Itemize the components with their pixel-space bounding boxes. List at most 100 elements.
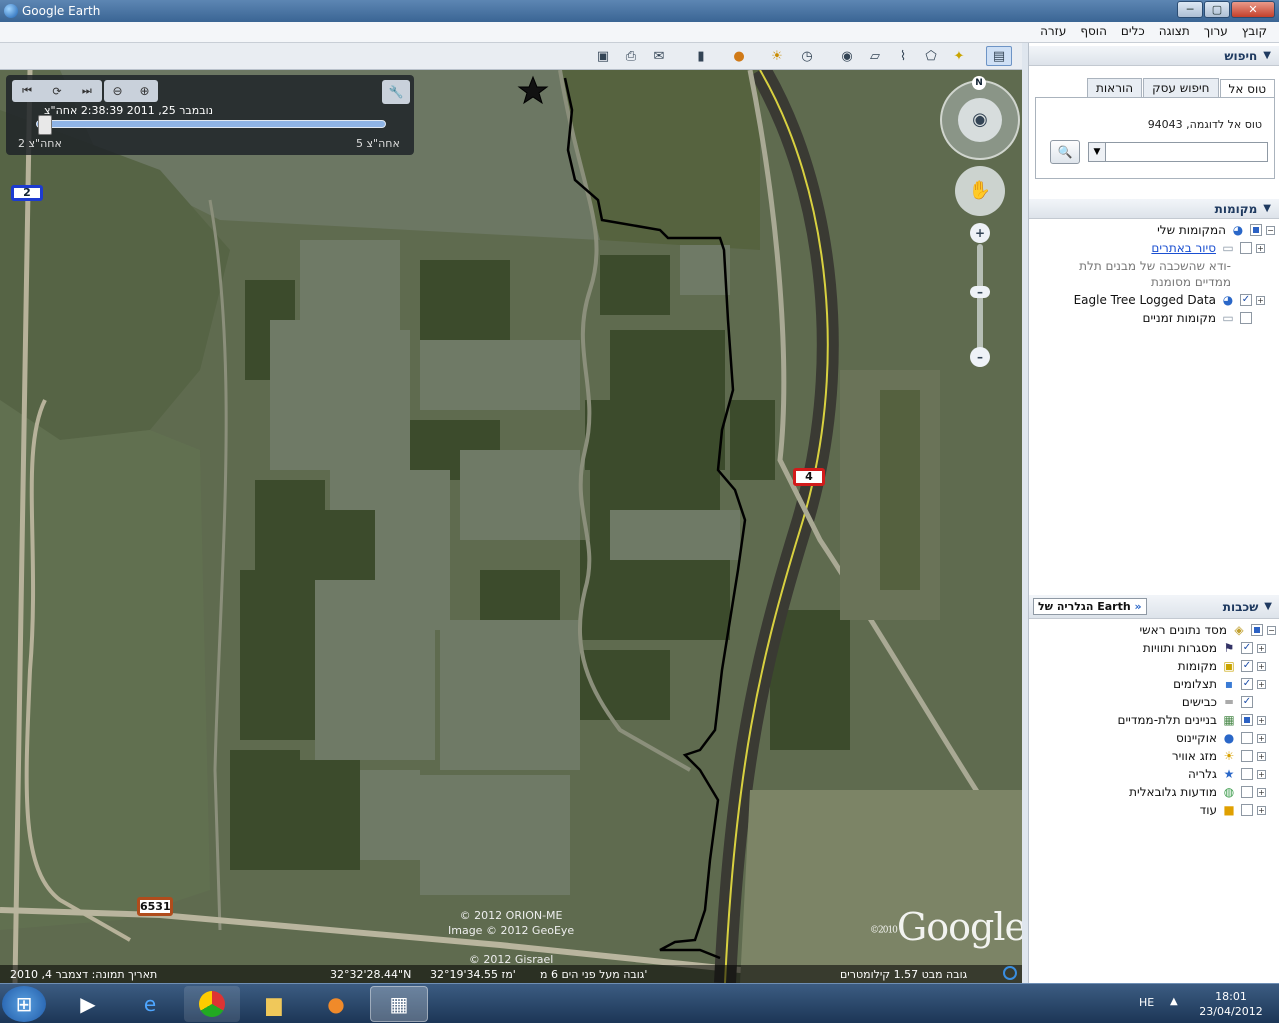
checkbox[interactable]: [1241, 786, 1253, 798]
earth-gallery-button[interactable]: « Earth הגלריה של: [1033, 598, 1147, 615]
checkbox[interactable]: ✓: [1241, 660, 1253, 672]
layer-item-primary-db[interactable]: − ◈ מסד נתונים ראשי: [1139, 621, 1276, 639]
compass-north[interactable]: N: [972, 76, 986, 90]
add-path-icon[interactable]: ⌇: [892, 46, 914, 66]
checkbox[interactable]: ✓: [1241, 696, 1253, 708]
image-overlay-icon[interactable]: ▱: [864, 46, 886, 66]
tab-fly-to[interactable]: טוס אל: [1219, 79, 1275, 98]
play-icon[interactable]: ⟳: [52, 85, 61, 98]
explorer-folder-icon[interactable]: ▆: [246, 986, 302, 1022]
zoom-in-time-icon[interactable]: ⊕: [139, 84, 149, 98]
historical-imagery-icon[interactable]: ◷: [796, 46, 818, 66]
planets-icon[interactable]: ●: [728, 46, 750, 66]
sunlight-icon[interactable]: ☀: [766, 46, 788, 66]
checkbox[interactable]: [1251, 624, 1263, 636]
tab-directions[interactable]: הוראות: [1087, 78, 1143, 97]
checkbox[interactable]: [1241, 750, 1253, 762]
menu-edit[interactable]: ערוך: [1198, 22, 1234, 42]
places-section-header[interactable]: ▼ מקומות: [1029, 199, 1279, 219]
record-tour-icon[interactable]: ◉: [836, 46, 858, 66]
look-eye-icon[interactable]: ◉: [958, 98, 1002, 142]
collapse-triangle-icon[interactable]: ▼: [1263, 50, 1271, 61]
collapse-icon[interactable]: −: [1267, 625, 1276, 635]
menu-file[interactable]: קובץ: [1236, 22, 1273, 42]
search-input[interactable]: [1088, 142, 1268, 162]
add-placemark-icon[interactable]: ✦: [948, 46, 970, 66]
clock[interactable]: 18:01 23/04/2012: [1196, 989, 1266, 1019]
time-slider-handle[interactable]: [38, 115, 52, 135]
tray-expand-icon[interactable]: ▲: [1170, 996, 1178, 1007]
places-item-temporary[interactable]: ▭ מקומות זמניים: [1143, 309, 1266, 327]
collapse-triangle-icon[interactable]: ▼: [1264, 601, 1272, 612]
places-item-label[interactable]: סיור באתרים: [1151, 241, 1216, 255]
expand-icon[interactable]: +: [1257, 715, 1266, 725]
layer-item-3d-buildings[interactable]: + ▦ בניינים תלת-ממדיים: [1118, 711, 1266, 729]
collapse-triangle-icon[interactable]: ▼: [1263, 203, 1271, 214]
checkbox[interactable]: [1241, 768, 1253, 780]
add-polygon-icon[interactable]: ⬠: [920, 46, 942, 66]
zoom-in-icon[interactable]: +: [970, 223, 990, 243]
menu-view[interactable]: תצוגה: [1153, 22, 1196, 42]
expand-icon[interactable]: +: [1257, 679, 1266, 689]
checkbox[interactable]: ✓: [1241, 678, 1253, 690]
minimize-button[interactable]: ─: [1177, 1, 1203, 18]
checkbox[interactable]: [1241, 804, 1253, 816]
expand-icon[interactable]: +: [1257, 643, 1266, 653]
search-history-dropdown-icon[interactable]: ▼: [1088, 142, 1106, 162]
print-icon[interactable]: ⎙: [620, 46, 642, 66]
save-image-icon[interactable]: ▣: [592, 46, 614, 66]
zoom-slider-handle[interactable]: –: [970, 286, 990, 298]
language-indicator[interactable]: HE: [1139, 996, 1154, 1009]
checkbox[interactable]: [1241, 732, 1253, 744]
layer-item-more[interactable]: + ■ עוד: [1200, 801, 1266, 819]
expand-icon[interactable]: +: [1257, 805, 1266, 815]
layer-item-global-awareness[interactable]: + ◍ מודעות גלובאלית: [1129, 783, 1266, 801]
time-settings-wrench-icon[interactable]: 🔧: [382, 80, 410, 104]
expand-icon[interactable]: +: [1257, 751, 1266, 761]
layers-section-header[interactable]: ▼ שכבות « Earth הגלריה של: [1029, 595, 1279, 619]
layer-item-weather[interactable]: + ☀ מזג אוויר: [1172, 747, 1266, 765]
zoom-out-time-icon[interactable]: ⊖: [112, 84, 122, 98]
places-item-my-places[interactable]: − ◕ המקומות שלי: [1157, 221, 1275, 239]
places-item-sightseeing[interactable]: + ▭ סיור באתרים: [1151, 239, 1265, 257]
checkbox[interactable]: [1250, 224, 1262, 236]
close-button[interactable]: ✕: [1231, 1, 1275, 18]
maximize-button[interactable]: ▢: [1204, 1, 1230, 18]
time-slider-track[interactable]: [36, 120, 386, 128]
menu-tools[interactable]: כלים: [1115, 22, 1151, 42]
move-hand-icon[interactable]: ✋: [955, 166, 1005, 216]
media-player-icon[interactable]: ▶: [60, 986, 116, 1022]
chrome-icon[interactable]: [184, 986, 240, 1022]
checkbox[interactable]: [1240, 312, 1252, 324]
layer-item-borders[interactable]: + ✓ ⚑ מסגרות ותוויות: [1143, 639, 1266, 657]
tab-find-business[interactable]: חיפוש עסק: [1143, 78, 1219, 97]
map-view[interactable]: ⏮ ⟳ ⏭ ⊖ ⊕ 🔧 נובמבר 25, 2011 2:38:39 אחה"…: [0, 70, 1022, 983]
layer-item-places[interactable]: + ✓ ▣ מקומות: [1178, 657, 1266, 675]
skip-forward-icon[interactable]: ⏭: [82, 84, 92, 98]
internet-explorer-icon[interactable]: e: [122, 986, 178, 1022]
zoom-out-icon[interactable]: –: [970, 347, 990, 367]
layer-item-photos[interactable]: + ✓ ▪ תצלומים: [1173, 675, 1266, 693]
expand-icon[interactable]: +: [1257, 733, 1266, 743]
checkbox[interactable]: ✓: [1241, 642, 1253, 654]
email-icon[interactable]: ✉: [648, 46, 670, 66]
layer-item-roads[interactable]: ✓ ═ כבישים: [1182, 693, 1266, 711]
look-joystick[interactable]: N ◉: [940, 76, 1020, 160]
menu-add[interactable]: הוסף: [1074, 22, 1113, 42]
google-earth-taskbar-icon[interactable]: ▦: [370, 986, 428, 1022]
sidebar-toggle-icon[interactable]: ▤: [986, 46, 1012, 66]
collapse-icon[interactable]: −: [1266, 225, 1275, 235]
expand-icon[interactable]: +: [1256, 243, 1265, 253]
search-section-header[interactable]: ▼ חיפוש: [1029, 46, 1279, 66]
expand-icon[interactable]: +: [1257, 787, 1266, 797]
checkbox[interactable]: [1240, 242, 1252, 254]
places-item-eagle-tree[interactable]: + ✓ ◕ Eagle Tree Logged Data: [1074, 291, 1265, 309]
menu-help[interactable]: עזרה: [1034, 22, 1072, 42]
start-button[interactable]: ⊞: [2, 986, 46, 1022]
zoom-slider-track[interactable]: [977, 244, 983, 354]
layer-item-gallery[interactable]: + ★ גלריה: [1188, 765, 1266, 783]
expand-icon[interactable]: +: [1257, 769, 1266, 779]
checkbox[interactable]: [1241, 714, 1253, 726]
layer-item-ocean[interactable]: + ● אוקיינוס: [1176, 729, 1266, 747]
expand-icon[interactable]: +: [1256, 295, 1265, 305]
